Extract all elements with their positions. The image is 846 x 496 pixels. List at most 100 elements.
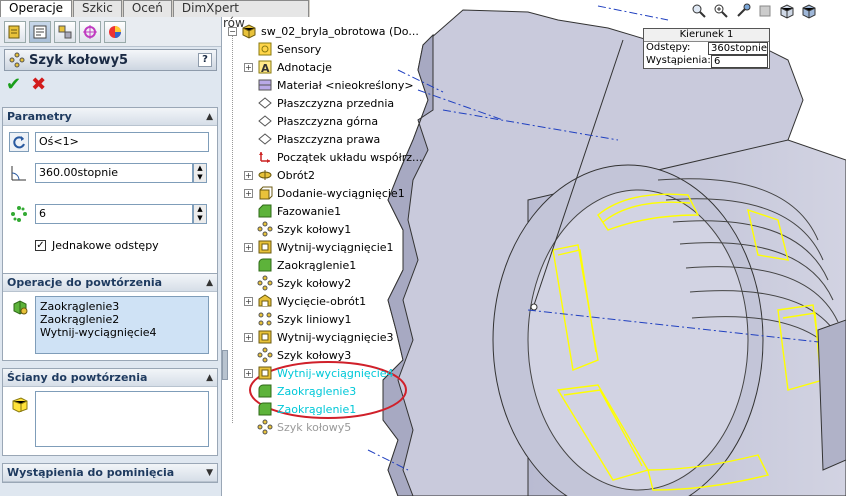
tree-item[interactable]: Zaokrąglenie3 [244, 382, 356, 400]
zoom-area-icon[interactable] [712, 2, 730, 20]
tree-root[interactable]: − sw_02_bryla_obrotowa (Do... [228, 22, 419, 40]
equal-spacing-checkbox[interactable]: ✓ [35, 240, 46, 251]
feature-title: Szyk kołowy5 ? [4, 49, 217, 71]
list-item[interactable]: Wytnij-wyciągnięcie4 [40, 326, 204, 339]
view-orientation-icon[interactable] [778, 2, 796, 20]
parameters-header-label: Parametry [7, 110, 72, 123]
faces-to-pattern-list[interactable] [35, 391, 209, 447]
expand-icon[interactable]: + [244, 368, 253, 378]
expand-icon[interactable]: + [244, 332, 253, 342]
section-view-icon[interactable] [756, 2, 774, 20]
tree-item-label: Szyk kołowy2 [277, 276, 352, 290]
tree-item[interactable]: Sensory [244, 40, 321, 58]
tree-item[interactable]: Szyk kołowy2 [244, 274, 351, 292]
faces-to-pattern-label: Ściany do powtórzenia [7, 371, 148, 384]
features-to-pattern-list[interactable]: Zaokrąglenie3 Zaokrąglenie2 Wytnij-wycią… [35, 296, 209, 354]
tree-item[interactable]: Szyk kołowy1 [244, 220, 351, 238]
tree-item-label: Początek układu współrz... [277, 150, 423, 164]
circular-pattern-icon [257, 221, 273, 237]
features-to-pattern-label: Operacje do powtórzenia [7, 276, 163, 289]
tree-item[interactable]: + Wytnij-wyciągnięcie4 [244, 364, 394, 382]
part-icon [241, 23, 257, 39]
dimxpert-icon[interactable] [79, 21, 101, 43]
circular-pattern-icon [9, 52, 25, 68]
display-manager-icon[interactable] [104, 21, 126, 43]
features-to-pattern-header[interactable]: Operacje do powtórzenia ▲ [3, 274, 217, 292]
sensor-icon [257, 41, 273, 57]
axis-field[interactable]: Oś<1> [35, 132, 209, 152]
tree-item[interactable]: Szyk kołowy3 [244, 346, 351, 364]
tree-item-label: Wytnij-wyciągnięcie3 [277, 330, 394, 344]
feature-title-text: Szyk kołowy5 [29, 52, 129, 68]
instances-to-skip-header[interactable]: Wystąpienia do pominięcia ▼ [3, 464, 217, 482]
tree-item[interactable]: Materiał <nieokreślony> [244, 76, 414, 94]
tree-item[interactable]: + A Adnotacje [244, 58, 332, 76]
tree-item[interactable]: Płaszczyzna prawa [244, 130, 380, 148]
tree-item-label: Zaokrąglenie3 [277, 384, 357, 398]
tree-item-label: Fazowanie1 [277, 204, 342, 218]
angle-icon [9, 163, 29, 183]
display-style-icon[interactable] [800, 2, 818, 20]
tree-item[interactable]: Zaokrąglenie1 [244, 256, 356, 274]
tab-szkic[interactable]: Szkic [73, 0, 122, 17]
instances-spinner[interactable]: ▲ ▼ [193, 204, 207, 224]
feature-manager-icon[interactable] [4, 21, 26, 43]
previous-view-icon[interactable] [734, 2, 752, 20]
hub [817, 319, 846, 471]
linear-pattern-icon [257, 311, 273, 327]
expand-icon[interactable]: + [244, 170, 253, 180]
parameters-group-header[interactable]: Parametry ▲ [3, 108, 217, 126]
faces-to-pattern-header[interactable]: Ściany do powtórzenia ▲ [3, 369, 217, 387]
tree-item[interactable]: Szyk liniowy1 [244, 310, 352, 328]
instances-field[interactable]: 6 [35, 204, 193, 224]
help-button[interactable]: ? [198, 53, 212, 67]
tree-item[interactable]: Płaszczyzna górna [244, 112, 378, 130]
callout-spacing-value[interactable]: 360stopnie [708, 42, 768, 55]
tree-item[interactable]: Zaokrąglenie1 [244, 400, 356, 418]
callout-title: Kierunek 1 [644, 29, 769, 42]
material-icon [257, 77, 273, 93]
instances-to-skip-label: Wystąpienia do pominięcia [7, 466, 175, 479]
cancel-button[interactable]: ✖ [31, 74, 46, 95]
zoom-to-fit-icon[interactable] [690, 2, 708, 20]
tree-item[interactable]: Początek układu współrz... [244, 148, 423, 166]
circular-pattern-icon [257, 419, 273, 435]
annotation-icon: A [257, 59, 273, 75]
tree-item-label: Materiał <nieokreślony> [277, 78, 414, 92]
angle-field[interactable]: 360.00stopnie [35, 163, 193, 183]
tree-item[interactable]: + Obrót2 [244, 166, 315, 184]
tree-item[interactable]: + Wytnij-wyciągnięcie3 [244, 328, 394, 346]
revolve-icon [257, 167, 273, 183]
tree-item[interactable]: Szyk kołowy5 [244, 418, 351, 436]
collapse-icon[interactable]: − [228, 26, 237, 36]
list-item[interactable]: Zaokrąglenie3 [40, 300, 204, 313]
tree-item[interactable]: Fazowanie1 [244, 202, 341, 220]
tree-item[interactable]: Płaszczyzna przednia [244, 94, 394, 112]
list-item[interactable]: Zaokrąglenie2 [40, 313, 204, 326]
features-selection-icon [11, 298, 29, 319]
ok-button[interactable]: ✔ [6, 74, 21, 95]
tab-operacje[interactable]: Operacje [0, 0, 73, 17]
tree-item[interactable]: + Wycięcie-obrót1 [244, 292, 366, 310]
tree-item-label: Zaokrąglenie1 [277, 402, 357, 416]
expand-icon: ▼ [206, 467, 213, 478]
callout-instances-value[interactable]: 6 [711, 55, 768, 68]
property-manager-icon[interactable] [29, 21, 51, 43]
expand-icon[interactable]: + [244, 242, 253, 252]
expand-icon[interactable]: + [244, 296, 253, 306]
tree-item[interactable]: + Wytnij-wyciągnięcie1 [244, 238, 394, 256]
tree-item-label: Obrót2 [277, 168, 315, 182]
cut-extrude-icon [257, 329, 273, 345]
fillet-icon [257, 383, 273, 399]
expand-icon[interactable]: + [244, 188, 253, 198]
tab-ocen[interactable]: Oceń [122, 0, 172, 17]
revolve-cut-icon [257, 293, 273, 309]
reverse-direction-button[interactable] [9, 132, 29, 152]
angle-spinner[interactable]: ▲ ▼ [193, 163, 207, 183]
equal-spacing-label: Jednakowe odstępy [52, 239, 159, 252]
expand-icon[interactable]: + [244, 62, 253, 72]
configuration-manager-icon[interactable] [54, 21, 76, 43]
extrude-icon [257, 185, 273, 201]
circular-pattern-icon [257, 275, 273, 291]
tree-item[interactable]: + Dodanie-wyciągnięcie1 [244, 184, 405, 202]
